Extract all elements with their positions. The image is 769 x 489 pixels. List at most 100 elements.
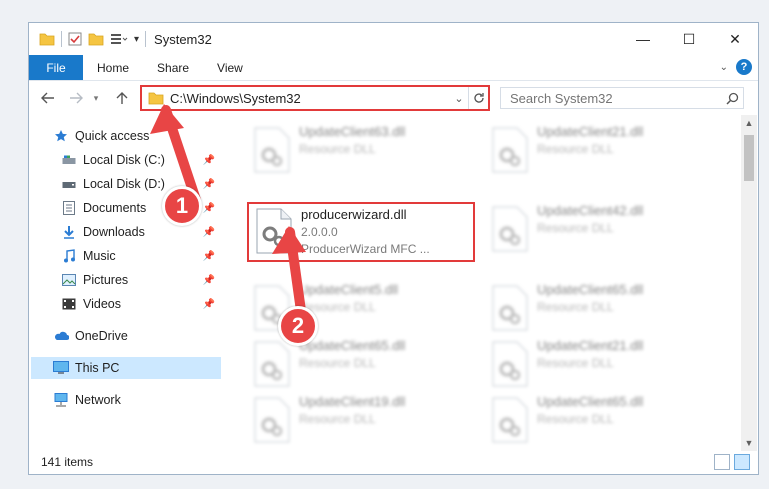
sidebar-item-music[interactable]: Music 📌 [61, 245, 221, 267]
pin-icon[interactable]: 📌 [203, 275, 215, 286]
sidebar-item-label: Quick access [75, 129, 150, 143]
sidebar-item-onedrive[interactable]: OneDrive [53, 325, 221, 347]
tab-share[interactable]: Share [143, 55, 203, 80]
pin-icon[interactable]: 📌 [203, 179, 215, 190]
file-item[interactable]: UpdateClient19.dll Resource DLL [247, 393, 477, 449]
sidebar-item-label: Music [83, 249, 116, 263]
file-version: 2.0.0.0 [301, 225, 338, 239]
navigation-pane: Quick access Local Disk (C:) 📌 Local Dis… [29, 119, 223, 455]
scroll-thumb[interactable] [744, 135, 754, 181]
ribbon-tabs: File Home Share View ⌄ ? [29, 55, 758, 81]
file-name: producerwizard.dll [301, 207, 407, 222]
sidebar-item-pictures[interactable]: Pictures 📌 [61, 269, 221, 291]
file-item[interactable]: UpdateClient21.dll Resource DLL [485, 337, 715, 393]
pin-icon[interactable]: 📌 [203, 227, 215, 238]
vertical-scrollbar[interactable]: ▲ ▼ [741, 115, 757, 451]
music-icon [61, 248, 77, 264]
file-description: Resource DLL [299, 142, 376, 156]
pin-icon[interactable]: 📌 [203, 299, 215, 310]
recent-locations-button[interactable]: ▾ [89, 87, 103, 109]
tab-home[interactable]: Home [83, 55, 143, 80]
pictures-icon [61, 272, 77, 288]
pin-icon[interactable]: 📌 [203, 251, 215, 262]
up-button[interactable] [111, 87, 133, 109]
file-item[interactable]: UpdateClient65.dll Resource DLL [485, 281, 715, 337]
file-list: UpdateClient63.dll Resource DLL producer… [229, 115, 739, 451]
sidebar-item-label: This PC [75, 361, 120, 375]
file-meta: UpdateClient5.dll Resource DLL [299, 281, 398, 316]
file-meta: UpdateClient63.dll Resource DLL [299, 123, 405, 158]
refresh-button[interactable] [468, 87, 488, 109]
file-item[interactable]: UpdateClient42.dll Resource DLL [485, 202, 715, 258]
search-input[interactable] [501, 88, 721, 108]
address-text[interactable]: C:\Windows\System32 [170, 91, 450, 106]
pin-icon[interactable]: 📌 [203, 203, 215, 214]
details-view-icon[interactable] [714, 454, 730, 470]
file-name: UpdateClient42.dll [537, 203, 644, 218]
network-icon [53, 392, 69, 408]
sidebar-item-videos[interactable]: Videos 📌 [61, 293, 221, 315]
file-item[interactable]: UpdateClient65.dll Resource DLL [247, 337, 477, 393]
sidebar-item-downloads[interactable]: Downloads 📌 [61, 221, 221, 243]
dll-file-icon [254, 397, 290, 443]
file-item-producerwizard[interactable]: producerwizard.dll 2.0.0.0 ProducerWizar… [247, 202, 475, 262]
status-bar: 141 items [29, 450, 758, 474]
sidebar-item-label: Pictures [83, 273, 129, 287]
file-name: UpdateClient5.dll [299, 282, 399, 297]
sidebar-item-label: Local Disk (C:) [83, 153, 165, 167]
file-meta: UpdateClient21.dll Resource DLL [537, 123, 643, 158]
file-meta: producerwizard.dll 2.0.0.0 ProducerWizar… [301, 206, 430, 258]
file-item[interactable]: UpdateClient65.dll Resource DLL [485, 393, 715, 449]
drive-icon [61, 176, 77, 192]
dll-file-icon [254, 127, 290, 173]
maximize-button[interactable]: ☐ [666, 23, 712, 55]
file-item[interactable]: UpdateClient63.dll Resource DLL [247, 123, 477, 179]
file-meta: UpdateClient42.dll Resource DLL [537, 202, 643, 237]
file-name: UpdateClient65.dll [299, 338, 406, 353]
tab-view[interactable]: View [203, 55, 257, 80]
toolbar-separator [61, 31, 62, 47]
large-icons-view-icon[interactable] [734, 454, 750, 470]
tab-file[interactable]: File [29, 55, 83, 80]
file-name: UpdateClient63.dll [299, 124, 406, 139]
help-icon[interactable]: ? [736, 59, 752, 75]
arrow-up-icon [116, 92, 128, 104]
customize-toolbar-icon[interactable] [110, 32, 128, 46]
file-meta: UpdateClient65.dll Resource DLL [299, 337, 405, 372]
sidebar-item-local-disk-c[interactable]: Local Disk (C:) 📌 [61, 149, 221, 171]
step-badge-2: 2 [278, 306, 318, 346]
address-dropdown-icon[interactable]: ⌄ [450, 92, 468, 105]
properties-icon[interactable] [68, 32, 82, 46]
explorer-frame: ▾ System32 — ☐ ✕ File Home Share View ⌄ … [28, 22, 759, 475]
close-button[interactable]: ✕ [712, 23, 758, 55]
dropdown-arrow-icon[interactable]: ▾ [134, 34, 139, 45]
sidebar-item-this-pc[interactable]: This PC [31, 357, 221, 379]
expand-ribbon-icon[interactable]: ⌄ [720, 62, 728, 73]
step-badge-1: 1 [162, 186, 202, 226]
sidebar-item-local-disk-d[interactable]: Local Disk (D:) 📌 [61, 173, 221, 195]
pin-icon[interactable]: 📌 [203, 155, 215, 166]
pc-icon [53, 360, 69, 376]
back-button[interactable] [37, 87, 59, 109]
sidebar-item-network[interactable]: Network [53, 389, 221, 411]
sidebar-item-quick-access[interactable]: Quick access [53, 125, 221, 147]
onedrive-icon [53, 328, 69, 344]
toolbar-separator [145, 31, 147, 47]
dll-file-icon [492, 341, 528, 387]
sidebar-item-label: Downloads [83, 225, 145, 239]
quick-access-toolbar: ▾ [29, 31, 147, 47]
search-icon[interactable] [721, 92, 743, 105]
minimize-button[interactable]: — [620, 23, 666, 55]
new-folder-icon[interactable] [88, 32, 104, 46]
search-box[interactable] [500, 87, 744, 109]
scroll-down-icon[interactable]: ▼ [741, 435, 757, 451]
sidebar-item-label: OneDrive [75, 329, 128, 343]
forward-button[interactable] [65, 87, 87, 109]
chevron-down-icon: ▾ [93, 92, 99, 103]
folder-icon [148, 92, 164, 105]
address-bar[interactable]: C:\Windows\System32 ⌄ [140, 85, 490, 111]
file-item[interactable]: UpdateClient21.dll Resource DLL [485, 123, 715, 179]
window-title: System32 [154, 31, 212, 47]
scroll-up-icon[interactable]: ▲ [741, 115, 757, 131]
file-description: Resource DLL [299, 356, 376, 370]
